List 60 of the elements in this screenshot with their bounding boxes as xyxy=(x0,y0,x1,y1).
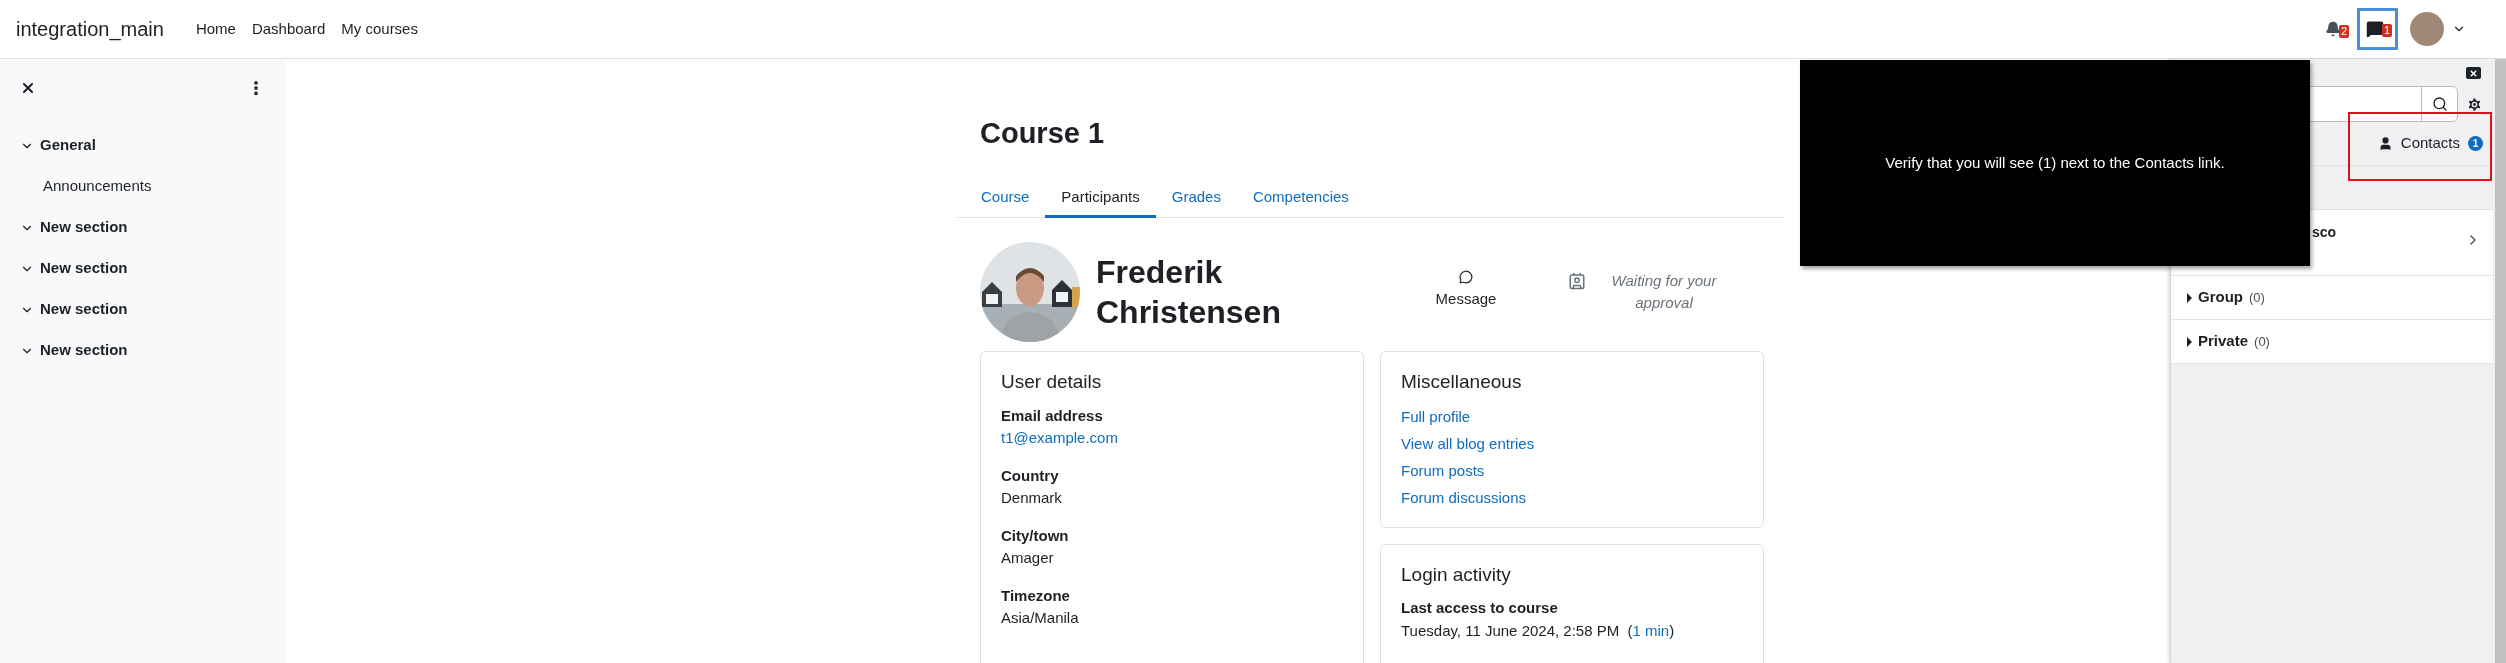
section-title[interactable]: Private xyxy=(2198,330,2249,353)
course-title: Course 1 xyxy=(979,116,1106,151)
contact-card-icon xyxy=(1568,271,1586,290)
field-value: Denmark xyxy=(1001,487,1063,508)
profile-link[interactable]: Forum discussions xyxy=(1401,488,1527,506)
section-title[interactable]: New section xyxy=(40,257,128,280)
field-label: Timezone xyxy=(1001,585,1071,606)
tab[interactable]: Course xyxy=(965,186,1046,218)
section-title[interactable]: Group xyxy=(2198,286,2243,309)
tab[interactable]: Competencies xyxy=(1236,186,1365,218)
field-value: Asia/Manila xyxy=(1001,607,1080,628)
person-icon xyxy=(2377,136,2393,151)
chat-bubble-icon xyxy=(2365,20,2384,38)
section-title[interactable]: New section xyxy=(40,216,128,239)
nav-link[interactable]: Home xyxy=(195,17,236,41)
nav-link[interactable]: Dashboard xyxy=(251,17,326,41)
nav-link[interactable]: My courses xyxy=(341,17,418,41)
message-button[interactable]: Message xyxy=(1421,269,1511,310)
section-title[interactable]: New section xyxy=(40,339,128,362)
message-badge: 1 xyxy=(2381,24,2392,37)
close-button[interactable] xyxy=(2466,67,2481,79)
speech-bubble-icon xyxy=(1459,269,1473,284)
section-title[interactable]: New section xyxy=(40,298,128,321)
contacts-link[interactable]: Contacts xyxy=(2377,132,2460,155)
field-value: Tuesday, 11 June 2024, 2:58 PM (1 min) xyxy=(1401,620,1676,641)
close-icon[interactable] xyxy=(20,80,36,96)
card-title: User details xyxy=(1001,370,1103,394)
field-value: Amager xyxy=(1001,547,1055,568)
profile-link[interactable]: View all blog entries xyxy=(1401,434,1535,452)
activity-link[interactable]: Announcements xyxy=(43,175,152,198)
email-link[interactable]: t1@example.com xyxy=(1001,426,1118,449)
section-count: (0) xyxy=(2254,332,2270,351)
section-title[interactable]: General xyxy=(40,134,96,157)
section-count: (0) xyxy=(2249,288,2265,307)
close-icon xyxy=(2469,68,2478,78)
scrollbar[interactable] xyxy=(2495,59,2506,663)
caret-right-icon[interactable] xyxy=(2187,292,2192,303)
contacts-badge: 1 xyxy=(2468,136,2483,151)
tab[interactable]: Grades xyxy=(1155,186,1237,218)
card-title: Login activity xyxy=(1401,563,1512,587)
conversation-name[interactable]: sco xyxy=(2312,222,2337,243)
caret-right-icon[interactable] xyxy=(2187,336,2192,347)
notification-badge: 2 xyxy=(2338,25,2349,38)
instruction-text: Verify that you will see (1) next to the Contacts link. xyxy=(1885,152,2225,173)
profile-link[interactable]: Full profile xyxy=(1401,407,1471,425)
field-label: Last access to course xyxy=(1401,597,1559,618)
user-avatar[interactable] xyxy=(2410,12,2444,46)
site-name[interactable]: integration_main xyxy=(16,14,164,44)
bell-icon[interactable] xyxy=(2325,21,2341,37)
tab[interactable]: Participants xyxy=(1045,186,1156,218)
settings-icon[interactable] xyxy=(2466,95,2483,113)
search-icon xyxy=(2431,96,2448,112)
duration-link[interactable]: 1 min xyxy=(1632,621,1670,639)
pending-request-text: Waiting for your approval xyxy=(1610,270,1718,313)
card-title: Miscellaneous xyxy=(1401,370,1523,394)
field-label: Country xyxy=(1001,465,1060,486)
field-label: City/town xyxy=(1001,525,1070,546)
messages-toggle[interactable]: 1 xyxy=(2357,8,2398,50)
profile-link[interactable]: Forum posts xyxy=(1401,461,1485,479)
field-label: Email address xyxy=(1001,405,1104,426)
